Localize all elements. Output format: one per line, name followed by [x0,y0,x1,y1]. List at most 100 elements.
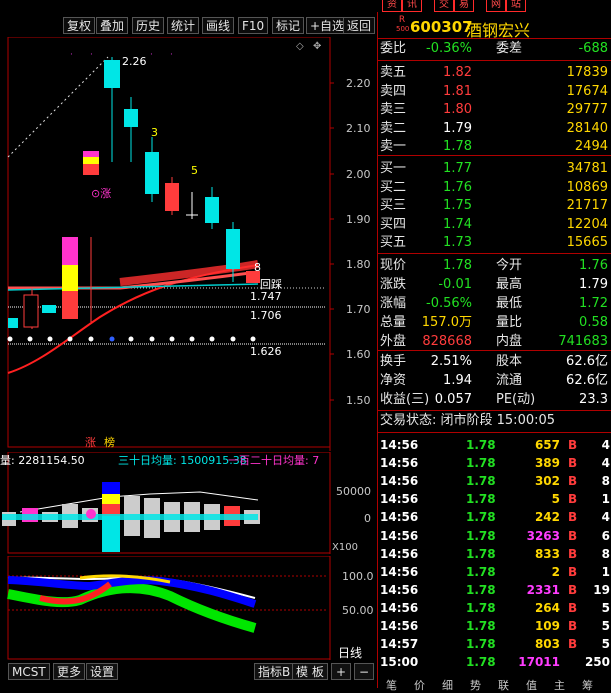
stat-value: 62.6亿 [566,354,608,369]
tick-row: 14:56 1.78 389 B 4 [378,454,611,472]
tab-zhi[interactable]: 值 [526,677,537,693]
tab-xi[interactable]: 细 [442,677,453,693]
stat-row: 总量 157.0万 量比 0.58 [378,314,611,332]
badge-500: 500 [396,25,410,33]
add-favorite-button[interactable]: +自选 [306,17,349,34]
stat-value: 62.6亿 [566,373,608,388]
tab-bi[interactable]: 笔 [386,677,397,693]
stat-value: 157.0万 [421,315,472,330]
tick-time: 14:56 [380,456,419,471]
tick-row: 14:56 1.78 5 B 1 [378,490,611,508]
tick-side: B [568,582,578,597]
stat-label: 最低 [496,296,523,311]
tick-side: B [568,564,578,579]
buy-level-row: 买五 1.73 15665 [378,234,611,252]
svg-text:·: · [90,50,93,60]
stat-label: 总量 [380,315,407,330]
restore-rights-button[interactable]: 复权 [63,17,96,34]
buy-level-label: 买五 [380,235,407,250]
tick-row: 14:56 1.78 302 B 8 [378,472,611,490]
tick-side: B [568,619,578,633]
tab-zhu[interactable]: 主 [554,677,565,693]
more-button[interactable]: 更多 [53,663,86,680]
svg-text:·: · [170,50,173,60]
level-label: 1.747 [250,290,282,303]
buy-price: 1.75 [443,198,472,213]
sell-price: 1.82 [443,65,472,80]
tick-row: 14:56 1.78 264 B 5 [378,599,611,617]
tick-side: B [568,528,578,543]
tab-xun[interactable]: 讯 [402,0,422,12]
f10-button[interactable]: F10 [238,17,269,34]
history-button[interactable]: 历史 [132,17,165,34]
candle-band [62,237,78,265]
buy-level-row: 买二 1.76 10869 [378,179,611,197]
tab-wang[interactable]: 网 [486,0,506,12]
tag-zhang: 涨 [85,436,96,449]
tab-shi[interactable]: 势 [470,677,481,693]
overlay-button[interactable]: 叠加 [96,17,129,34]
stat-label: 外盘 [380,334,407,349]
stat-label: 最高 [496,277,523,292]
tick-volume: 2 [551,564,560,579]
tick-side: B [568,474,578,489]
diamond-icon[interactable]: ◇ [296,41,304,52]
indicator-panel[interactable]: 100.0 50.00 日线 [0,555,376,660]
tab-zi[interactable]: 资 [382,0,402,12]
tick-side: B [568,637,578,652]
stat-value: 828668 [422,334,472,349]
tab-yi[interactable]: 易 [454,0,474,12]
stat-value: 741683 [558,334,608,349]
mcst-button[interactable]: MCST [8,663,50,680]
tick-price: 1.78 [466,492,496,507]
candle [226,229,240,269]
buy-level-label: 买四 [380,216,407,232]
volume-panel[interactable]: 量: 2281154.50 三十日均量: 1500915.38 一百二十日均量:… [0,451,376,554]
stat-value: 1.94 [443,373,472,388]
sell-level-row: 卖三 1.80 29777 [378,101,611,119]
sell-volume: 17839 [566,65,608,80]
tick-count: 8 [601,474,610,489]
zoom-out-button[interactable]: − [354,663,374,680]
zoom-in-button[interactable]: + [331,663,351,680]
signal-dots [7,336,256,342]
stat-label: 净资 [380,373,407,388]
svg-text:·: · [70,50,73,60]
stat-value: -0.56% [426,296,472,311]
candle [8,318,18,328]
draw-line-button[interactable]: 画线 [202,17,235,34]
back-button[interactable]: 返回 [343,17,376,34]
vol-axis-tick: 0 [364,512,371,525]
tab-chou[interactable]: 筹 [582,677,593,693]
candlestick-chart[interactable]: 2.20 2.10 2.00 1.90 1.80 1.70 1.60 1.50 … [0,36,376,451]
tick-price: 1.78 [466,637,496,652]
weibi-value: -0.36% [426,41,472,56]
statistics-button[interactable]: 统计 [167,17,200,34]
indicator-svg: 100.0 50.00 日线 [7,555,374,660]
mark-button[interactable]: 标记 [272,17,305,34]
sell-price: 1.81 [443,83,472,99]
tick-time: 14:56 [380,546,419,561]
ind-axis-tick: 100.0 [342,570,374,583]
indicator-b-button[interactable]: 指标B [254,663,295,680]
tick-time: 14:56 [380,510,419,525]
tab-zhan[interactable]: 站 [506,0,526,12]
settings-button[interactable]: 设置 [86,663,119,680]
sell-price: 1.78 [443,139,472,154]
tick-price: 1.78 [466,528,496,543]
sell-volume: 2494 [574,139,608,154]
tick-count: 1 [601,492,610,507]
weibi-row: 委比 -0.36% 委差 -688 [378,40,611,58]
tab-lian[interactable]: 联 [498,677,509,693]
candle [165,183,179,211]
buy-price: 1.76 [443,179,472,195]
badge-r: R [398,15,406,25]
tick-count: 4 [601,456,610,471]
buy-level-row: 买四 1.74 12204 [378,216,611,234]
stat-label: 量比 [496,315,523,330]
template-button[interactable]: 模 板 [292,663,328,680]
tab-jiao[interactable]: 交 [434,0,454,12]
tick-count: 5 [601,600,610,615]
move-icon[interactable]: ✥ [313,41,321,52]
tab-jia[interactable]: 价 [414,677,425,693]
